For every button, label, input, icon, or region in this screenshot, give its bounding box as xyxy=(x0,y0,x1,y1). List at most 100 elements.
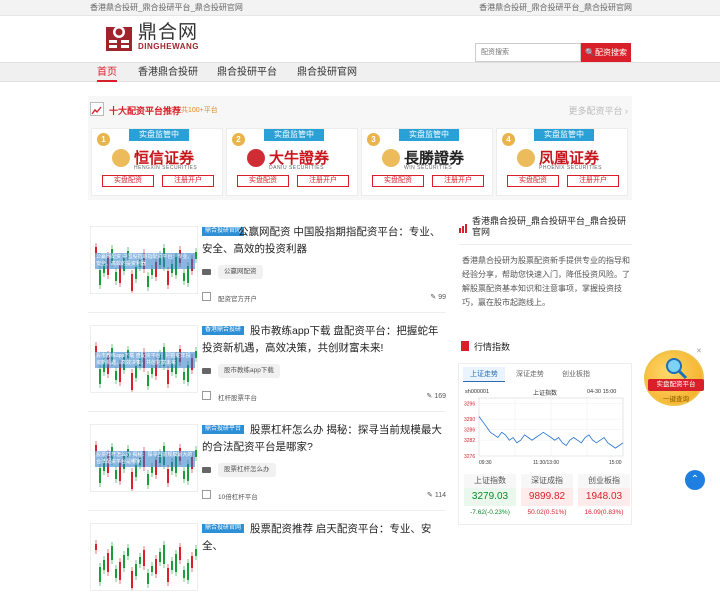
tab-shenzhen[interactable]: 深证走势 xyxy=(509,367,551,382)
brand-emblem-icon xyxy=(517,149,535,167)
tab-chinext[interactable]: 创业板指 xyxy=(555,367,597,382)
market-title: 行情指数 xyxy=(474,342,511,352)
market-line-chart: sh000001 上证指数 04-30 15:00 3296 3290 3286 3282 3… xyxy=(463,386,629,470)
index-change: -7.62(-0.23%) xyxy=(470,509,510,516)
tab-shanghai[interactable]: 上证走势 xyxy=(463,367,505,382)
article-title[interactable]: 股票杠杆怎么办 揭秘：探寻当前规模最大的合法配资平台是哪家? xyxy=(202,422,446,456)
card-margin-button[interactable]: 实盘配资 xyxy=(507,175,559,187)
chart-bar-icon xyxy=(458,220,468,233)
market-panel: 上证走势 深证走势 创业板指 sh000001 上证指数 04-30 15:00 32… xyxy=(458,363,632,525)
x-tick-label: 11:30/13:00 xyxy=(533,460,559,466)
card-margin-button[interactable]: 实盘配资 xyxy=(372,175,424,187)
thumbnail-caption: 股票杠杆怎么办 揭秘：探寻当前规模最大的合法配资平台是哪家 xyxy=(95,451,195,467)
topbar-left-text: 香港鼎合投研_鼎合投研平台_鼎合投研官网 xyxy=(90,3,243,12)
platform-card[interactable]: 2 实盘监管中 大牛證券 DANIU SECURITIES 实盘配资 注册开户 xyxy=(226,128,358,196)
article-thumbnail[interactable]: 股市教练app下载 盘配资平台：把握蛇年投资新机遇，高效决策，共创财富未来 xyxy=(90,325,198,393)
card-margin-button[interactable]: 实盘配资 xyxy=(102,175,154,187)
card-rank-badge: 3 xyxy=(367,133,380,146)
x-tick-label: 15:00 xyxy=(609,460,622,466)
index-box[interactable]: 上证指数 3279.03 -7.62(-0.23%) xyxy=(464,474,516,522)
promo-title: 十大配资平台推荐 xyxy=(109,106,182,116)
tag-icon xyxy=(202,368,211,374)
float-query-badge[interactable]: 实盘配资平台 一键查询 xyxy=(644,350,704,406)
candlestick-chart-icon xyxy=(95,540,197,590)
nav-item-official[interactable]: 鼎合投研官网 xyxy=(297,63,357,82)
header: 鼎合网 DINGHEWANG 🔍配资搜索 xyxy=(0,16,720,62)
card-brand-en: WIN SECURITIES xyxy=(404,165,453,171)
platform-card[interactable]: 1 实盘监管中 恒信证券 HENGXIN SECURITIES 实盘配资 注册开户 xyxy=(91,128,223,196)
article-views: ✎ 169 xyxy=(427,392,447,400)
source-chart-icon xyxy=(202,391,211,400)
card-brand-logo: 大牛證券 DANIU SECURITIES xyxy=(247,145,355,173)
source-chart-icon xyxy=(202,490,211,499)
article-tag[interactable]: 股票杠杆怎么办 xyxy=(218,463,276,477)
article-item[interactable]: 鼎合投研官网 股票配资推荐 启天配资平台：专业、安全、 xyxy=(88,511,446,610)
thumbnail-caption: 股市教练app下载 盘配资平台：把握蛇年投资新机遇，高效决策，共创财富未来 xyxy=(95,352,195,368)
float-badge-sub: 一键查询 xyxy=(663,396,689,403)
article-title[interactable]: 公赢网配资 中国股指期指配资平台：专业、安全、高效的投资利器 xyxy=(202,224,446,258)
y-tick-label: 3296 xyxy=(464,401,475,407)
view-count: 114 xyxy=(434,492,446,499)
tag-icon xyxy=(202,467,211,473)
card-brand-logo: 凤凰证券 PHOENIX SECURITIES xyxy=(517,145,625,173)
magnifier-icon xyxy=(666,358,688,380)
site-logo[interactable]: 鼎合网 DINGHEWANG xyxy=(106,22,199,51)
bookmark-icon xyxy=(461,341,469,351)
article-thumbnail[interactable]: 股票杠杆怎么办 揭秘：探寻当前规模最大的合法配资平台是哪家 xyxy=(90,424,198,492)
nav-item-platform[interactable]: 鼎合投研平台 xyxy=(217,63,277,82)
index-change: 16.09(0.83%) xyxy=(584,509,624,516)
card-register-button[interactable]: 注册开户 xyxy=(297,175,349,187)
search-input[interactable] xyxy=(475,43,581,62)
article-thumbnail[interactable]: 公赢网配资 中国股指期指配资平台：专业、安全、高效的投资利器 xyxy=(90,226,198,294)
source-chart-icon xyxy=(202,292,211,301)
logo-mark-icon xyxy=(106,23,132,51)
main-nav: 首页 香港鼎合投研 鼎合投研平台 鼎合投研官网 xyxy=(0,62,720,82)
card-register-button[interactable]: 注册开户 xyxy=(567,175,619,187)
article-tag[interactable]: 股市教练app下载 xyxy=(218,364,280,378)
article-source[interactable]: 10倍杠杆平台 xyxy=(218,491,258,501)
article-thumbnail[interactable] xyxy=(90,523,198,591)
platform-card[interactable]: 3 实盘监管中 長勝證券 WIN SECURITIES 实盘配资 注册开户 xyxy=(361,128,493,196)
promo-section: 十大配资平台推荐 共100+平台 更多配资平台 › 1 实盘监管中 恒信证券 HENG… xyxy=(88,96,632,200)
y-tick-label: 3276 xyxy=(464,454,475,460)
topbar-right-text: 香港鼎合投研_鼎合投研平台_鼎合投研官网 xyxy=(479,3,632,12)
article-title[interactable]: 股市教练app下载 盘配资平台：把握蛇年投资新机遇，高效决策，共创财富未来! xyxy=(202,323,446,357)
article-source[interactable]: 杠杆股票平台 xyxy=(218,392,257,402)
logo-en-text: DINGHEWANG xyxy=(138,42,199,51)
article-item[interactable]: 公赢网配资 中国股指期指配资平台：专业、安全、高效的投资利器 鼎合投研官网 公赢网配… xyxy=(88,214,446,313)
card-brand-en: PHOENIX SECURITIES xyxy=(539,165,602,171)
card-register-button[interactable]: 注册开户 xyxy=(432,175,484,187)
platform-card[interactable]: 4 实盘监管中 凤凰证券 PHOENIX SECURITIES 实盘配资 注册开户 xyxy=(496,128,628,196)
article-item[interactable]: 股市教练app下载 盘配资平台：把握蛇年投资新机遇，高效决策，共创财富未来 香港鼎… xyxy=(88,313,446,412)
logo-cn-text: 鼎合网 xyxy=(138,21,199,43)
y-tick-label: 3282 xyxy=(464,438,475,444)
brand-emblem-icon xyxy=(382,149,400,167)
search-button[interactable]: 🔍配资搜索 xyxy=(581,43,631,62)
article-title[interactable]: 股票配资推荐 启天配资平台：专业、安全、 xyxy=(202,521,446,555)
nav-item-hk[interactable]: 香港鼎合投研 xyxy=(138,63,198,82)
card-register-button[interactable]: 注册开户 xyxy=(162,175,214,187)
chevron-right-icon: › xyxy=(625,106,628,116)
card-status-tag: 实盘监管中 xyxy=(534,129,594,141)
index-box[interactable]: 深证成指 9899.82 50.02(0.51%) xyxy=(521,474,573,522)
article-views: ✎ 114 xyxy=(427,491,446,499)
index-box[interactable]: 创业板指 1948.03 16.09(0.83%) xyxy=(578,474,630,522)
article-item[interactable]: 股票杠杆怎么办 揭秘：探寻当前规模最大的合法配资平台是哪家 鼎合投研平台 股票杠杆怎… xyxy=(88,412,446,511)
view-count: 169 xyxy=(434,393,446,400)
card-margin-button[interactable]: 实盘配资 xyxy=(237,175,289,187)
card-brand-logo: 恒信证券 HENGXIN SECURITIES xyxy=(112,145,220,173)
float-close-icon[interactable]: ✕ xyxy=(696,347,702,355)
nav-item-home[interactable]: 首页 xyxy=(97,63,117,82)
article-source[interactable]: 配资官方开户 xyxy=(218,293,257,303)
market-header: 行情指数 xyxy=(458,340,632,354)
card-brand-en: HENGXIN SECURITIES xyxy=(134,165,198,171)
article-tag[interactable]: 公赢网配资 xyxy=(218,265,263,279)
promo-more-link[interactable]: 更多配资平台 › xyxy=(568,104,628,117)
index-name: 上证指数 xyxy=(464,474,516,488)
index-value: 9899.82 xyxy=(521,488,573,506)
x-tick-label: 09:30 xyxy=(479,460,492,466)
scroll-top-button[interactable]: ⌃ xyxy=(685,470,705,490)
sidebar-text: 香港鼎合投研为股票配资新手提供专业的指导和经验分享，帮助您快速入门，降低投资风险… xyxy=(462,256,630,307)
promo-more-text: 更多配资平台 xyxy=(568,106,623,116)
card-rank-badge: 1 xyxy=(97,133,110,146)
